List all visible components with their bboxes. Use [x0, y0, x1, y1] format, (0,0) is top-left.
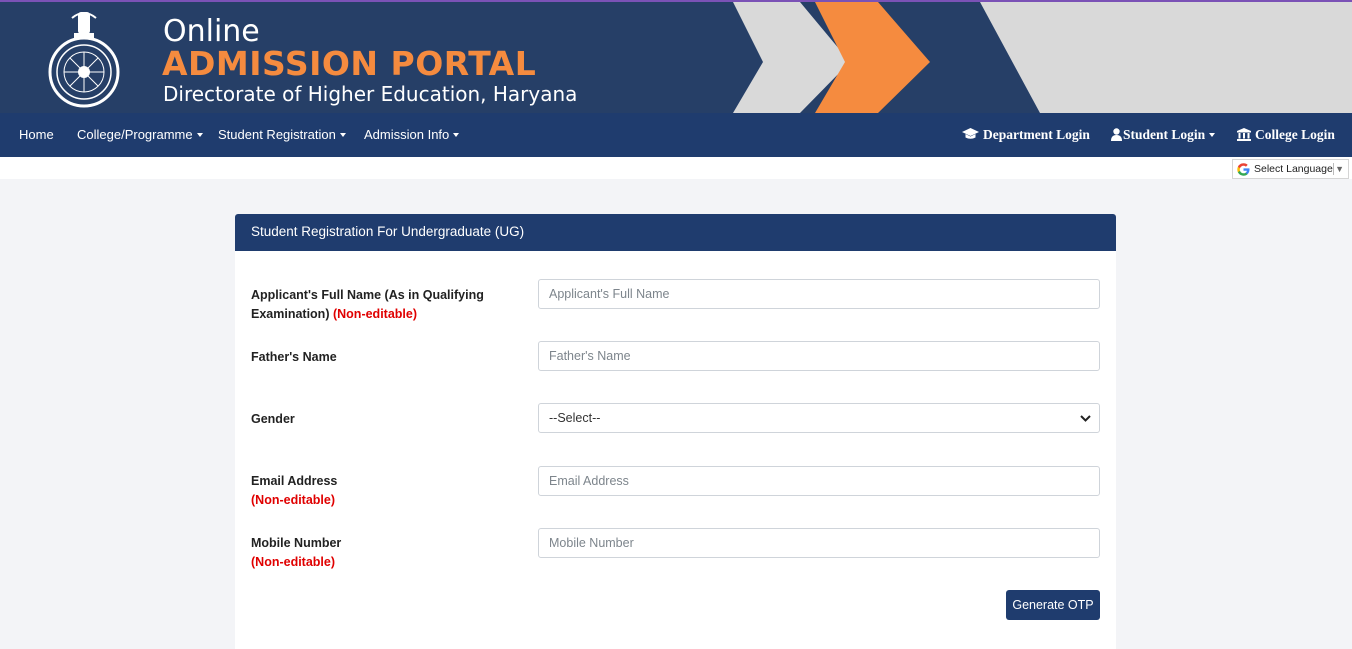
chevron-down-icon: [1080, 415, 1091, 422]
dropdown-arrow-icon: ▼: [1335, 164, 1344, 174]
language-selector-label: Select Language: [1254, 163, 1333, 175]
college-login-label: College Login: [1255, 127, 1335, 142]
card-title: Student Registration For Undergraduate (…: [235, 214, 1116, 251]
nav-college-programme-label: College/Programme: [77, 127, 193, 142]
email-input[interactable]: [538, 466, 1100, 496]
header-banner: Online ADMISSION PORTAL Directorate of H…: [0, 0, 1352, 113]
mobile-non-editable-note: (Non-editable): [251, 555, 336, 569]
nav-admission-info-label: Admission Info: [364, 127, 450, 142]
student-login-dropdown[interactable]: Student Login: [1111, 113, 1216, 157]
gender-label: Gender: [251, 412, 295, 426]
haryana-emblem-logo: [44, 6, 124, 110]
father-name-input[interactable]: [538, 341, 1100, 371]
email-label-text: Email Address: [251, 474, 338, 488]
portal-title-main: ADMISSION PORTAL: [162, 44, 537, 83]
generate-otp-button[interactable]: Generate OTP: [1006, 590, 1100, 620]
portal-subtitle: Directorate of Higher Education, Haryana: [163, 82, 578, 106]
caret-down-icon: [1209, 132, 1216, 137]
mobile-number-input[interactable]: [538, 528, 1100, 558]
mobile-label: Mobile Number (Non-editable): [251, 534, 491, 572]
caret-down-icon: [339, 132, 346, 137]
nav-college-programme-dropdown[interactable]: College/Programme: [77, 113, 203, 157]
top-strip: [0, 157, 1352, 179]
institution-icon: [1237, 127, 1251, 141]
mobile-label-text: Mobile Number: [251, 536, 342, 550]
nav-student-registration-dropdown[interactable]: Student Registration: [218, 113, 346, 157]
separator: [1333, 163, 1334, 175]
department-login-link[interactable]: Department Login: [962, 113, 1090, 157]
main-navbar: Home College/Programme Student Registrat…: [0, 113, 1352, 157]
college-login-link[interactable]: College Login: [1237, 113, 1335, 157]
graduation-cap-icon: [962, 128, 979, 140]
email-non-editable-note: (Non-editable): [251, 493, 336, 507]
language-selector[interactable]: Select Language ▼: [1232, 159, 1349, 179]
google-g-icon: [1237, 163, 1250, 176]
full-name-label: Applicant's Full Name (As in Qualifying …: [251, 286, 491, 324]
registration-card: Student Registration For Undergraduate (…: [235, 214, 1116, 649]
full-name-input[interactable]: [538, 279, 1100, 309]
student-login-label: Student Login: [1123, 127, 1206, 142]
father-name-label: Father's Name: [251, 350, 337, 364]
full-name-non-editable-note: (Non-editable): [332, 307, 418, 321]
department-login-label: Department Login: [983, 127, 1090, 142]
nav-admission-info-dropdown[interactable]: Admission Info: [364, 113, 460, 157]
user-icon: [1111, 128, 1122, 141]
caret-down-icon: [453, 132, 460, 137]
gender-select[interactable]: --Select--: [538, 403, 1100, 433]
email-label: Email Address (Non-editable): [251, 472, 491, 510]
nav-home-label: Home: [19, 127, 54, 142]
caret-down-icon: [196, 132, 203, 137]
nav-student-registration-label: Student Registration: [218, 127, 336, 142]
gender-select-value: --Select--: [549, 411, 601, 425]
nav-home[interactable]: Home: [19, 113, 54, 157]
